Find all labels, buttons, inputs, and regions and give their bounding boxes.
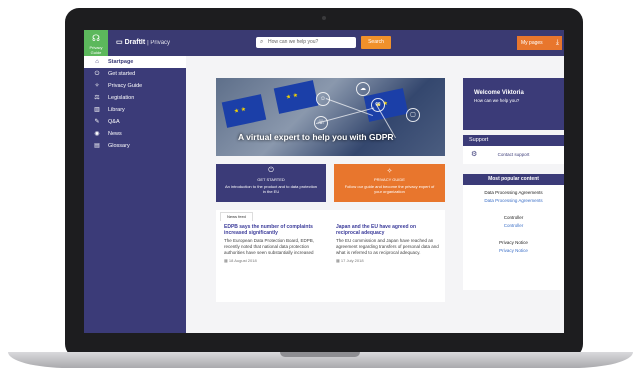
- news-feed: News feed EDPB says the number of compla…: [216, 210, 445, 302]
- welcome-box: Welcome Viktoria How can we help you?: [463, 78, 564, 130]
- sidebar-item-label: Startpage: [108, 59, 134, 65]
- privacy-guide-card[interactable]: ✧ PRIVACY GUIDE Follow our guide and bec…: [334, 164, 445, 202]
- sidebar-item-label: Get started: [108, 71, 136, 77]
- camera-icon: [322, 16, 326, 20]
- library-icon: ▥: [94, 107, 100, 113]
- laptop-notch: [280, 352, 360, 357]
- news-date-text: 18 August 2018: [228, 258, 257, 263]
- top-bar: ☊ Privacy Guide ▭ DraftIt | Privacy ⌕ Ho…: [84, 30, 564, 56]
- news-date-text: 17 July 2018: [340, 258, 364, 263]
- hero-banner: ★ ★ ★ ★ ★ ★ ☺ ✉ ☏ ▢ ☁ A virtual expert t…: [216, 78, 445, 156]
- news-date: ▦ 18 August 2018: [224, 258, 327, 263]
- logo-label: Privacy Guide: [89, 45, 103, 55]
- news-date: ▦ 17 July 2018: [336, 258, 439, 263]
- sidebar-item-news[interactable]: ◉ News: [84, 128, 186, 140]
- news-body: The European Data Protection Board, EDPB…: [224, 238, 315, 255]
- main-content: ★ ★ ★ ★ ★ ★ ☺ ✉ ☏ ▢ ☁ A virtual expert t…: [186, 56, 564, 333]
- app-logo[interactable]: ☊ Privacy Guide: [84, 30, 108, 56]
- contact-support-label: Contact support: [497, 152, 530, 157]
- sidebar-item-legislation[interactable]: ⚖ Legislation: [84, 92, 186, 104]
- brand-icon: ▭: [116, 39, 123, 46]
- news-headline[interactable]: EDPB says the number of complaints incre…: [224, 224, 327, 236]
- my-pages-button[interactable]: My pages ⤓: [517, 36, 562, 50]
- right-panel: Welcome Viktoria How can we help you? Su…: [463, 78, 564, 290]
- gear-icon: ⚙: [471, 151, 478, 158]
- sidebar-item-label: News: [108, 131, 122, 137]
- card-title: PRIVACY GUIDE: [374, 177, 405, 182]
- sidebar-item-label: Library: [108, 107, 125, 113]
- search-input[interactable]: ⌕ How can we help you?: [256, 37, 356, 48]
- news-body: The EU commission and Japan have reached…: [336, 238, 439, 255]
- welcome-subtitle: How can we help you?: [474, 98, 520, 103]
- sidebar: ⌂ Startpage ⏻ Get started ✧ Privacy Guid…: [84, 56, 186, 333]
- sidebar-item-get-started[interactable]: ⏻ Get started: [84, 68, 186, 80]
- welcome-title: Welcome Viktoria: [474, 90, 524, 96]
- popular-item-title: Privacy Notice: [499, 240, 528, 245]
- search-button[interactable]: Search: [361, 36, 391, 49]
- phone-icon: ☏: [314, 116, 328, 130]
- contact-support-link[interactable]: ⚙ Contact support: [463, 146, 564, 164]
- card-description: An introduction to the product and to da…: [224, 184, 318, 194]
- headset-icon: ☊: [92, 33, 100, 43]
- support-heading: Support: [463, 135, 564, 146]
- popular-item-title: Data Processing Agreements: [484, 190, 543, 195]
- cloud-icon: ☁: [356, 82, 370, 96]
- popular-list: Data Processing Agreements Data Processi…: [463, 185, 564, 290]
- popular-item-title: Controller: [503, 215, 524, 220]
- popular-item-link[interactable]: Privacy Notice: [463, 248, 564, 253]
- sidebar-item-glossary[interactable]: ▤ Glossary: [84, 140, 186, 152]
- qa-icon: ✎: [94, 119, 100, 125]
- list-item: Data Processing Agreements Data Processi…: [463, 190, 564, 203]
- popular-item-link[interactable]: Data Processing Agreements: [463, 198, 564, 203]
- brand[interactable]: ▭ DraftIt | Privacy: [116, 38, 170, 46]
- popular-heading: Most popular content: [463, 174, 564, 185]
- sidebar-item-library[interactable]: ▥ Library: [84, 104, 186, 116]
- document-icon: ▢: [406, 108, 420, 122]
- tab-news-feed[interactable]: News feed: [220, 212, 253, 221]
- brand-name: DraftIt: [124, 39, 146, 46]
- sidebar-item-privacy-guide[interactable]: ✧ Privacy Guide: [84, 80, 186, 92]
- sidebar-item-label: Legislation: [108, 95, 135, 101]
- eu-flag-image: ★ ★: [273, 80, 319, 114]
- home-icon: ⌂: [95, 59, 99, 65]
- sidebar-item-qa[interactable]: ✎ Q&A: [84, 116, 186, 128]
- card-description: Follow our guide and become the privacy …: [344, 184, 435, 194]
- hero-title: A virtual expert to help you with GDPR: [238, 132, 394, 142]
- network-icon: ✉: [371, 98, 385, 112]
- download-icon: ⤓: [555, 39, 559, 46]
- sidebar-item-label: Glossary: [108, 143, 130, 149]
- sidebar-item-startpage[interactable]: ⌂ Startpage: [84, 56, 186, 68]
- my-pages-label: My pages: [521, 40, 543, 46]
- search-placeholder: How can we help you?: [268, 39, 319, 45]
- news-icon: ◉: [94, 131, 100, 137]
- get-started-card[interactable]: ⏻ GET STARTED An introduction to the pro…: [216, 164, 326, 202]
- guide-icon: ✧: [386, 168, 393, 175]
- screen: ☊ Privacy Guide ▭ DraftIt | Privacy ⌕ Ho…: [84, 30, 564, 333]
- list-item: Privacy Notice Privacy Notice: [463, 240, 564, 253]
- power-icon: ⏻: [268, 167, 274, 174]
- news-item[interactable]: EDPB says the number of complaints incre…: [224, 224, 327, 263]
- sidebar-item-label: Privacy Guide: [108, 83, 143, 89]
- list-item: Controller Controller: [463, 215, 564, 228]
- brand-sub: | Privacy: [147, 40, 171, 46]
- news-headline[interactable]: Japan and the EU have agreed on reciproc…: [336, 224, 439, 236]
- popular-item-link[interactable]: Controller: [463, 223, 564, 228]
- news-item[interactable]: Japan and the EU have agreed on reciproc…: [336, 224, 439, 263]
- glossary-icon: ▤: [94, 143, 100, 149]
- power-icon: ⏻: [94, 71, 100, 77]
- search-icon: ⌕: [260, 39, 264, 45]
- sidebar-item-label: Q&A: [108, 119, 120, 125]
- user-icon: ☺: [316, 92, 330, 106]
- guide-icon: ✧: [94, 83, 100, 89]
- card-title: GET STARTED: [257, 177, 285, 182]
- scales-icon: ⚖: [94, 95, 100, 101]
- eu-flag-image: ★ ★: [221, 94, 267, 128]
